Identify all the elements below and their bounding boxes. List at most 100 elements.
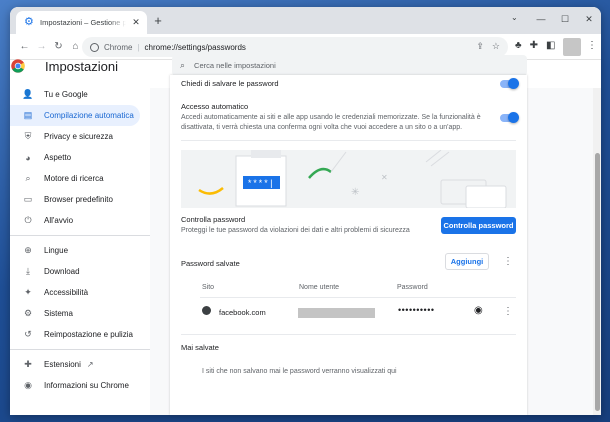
close-window-button[interactable]: ✕ — [577, 13, 601, 25]
browser-menu-icon[interactable]: ⋮ — [587, 40, 597, 51]
chrome-site-icon — [90, 42, 99, 52]
omnibox-separator: | — [137, 42, 140, 52]
globe-icon: ⊕ — [24, 245, 32, 255]
sidebar-item-globe[interactable]: ⊕ Lingue — [10, 240, 140, 261]
tab-title: Impostazioni – Gestione password — [40, 18, 126, 27]
search-placeholder: Cerca nelle impostazioni — [194, 61, 276, 70]
offer-save-label: Chiedi di salvare le password — [181, 79, 279, 88]
sidebar-item-label: Browser predefinito — [44, 195, 113, 204]
scrollbar-thumb[interactable] — [595, 153, 600, 411]
sidebar-item-palette[interactable]: ◕ Aspetto — [10, 147, 140, 168]
shield-icon: ⛨ — [24, 131, 32, 141]
sidebar: 👤 Tu e Google ▤ Compilazione automatica ⛨ Pri… — [10, 84, 150, 396]
bookmark-star-icon[interactable]: ☆ — [492, 41, 500, 52]
url-text: chrome://settings/passwords — [144, 42, 246, 52]
sidebar-item-reset[interactable]: ↺ Reimpostazione e pulizia — [10, 324, 140, 345]
check-desc: Proteggi le tue password da violazioni d… — [181, 227, 410, 234]
palette-icon: ◕ — [25, 152, 31, 163]
puzzle-icon: ✚ — [24, 359, 32, 369]
sidebar-item-label: Estensioni — [44, 360, 81, 369]
offer-save-toggle[interactable] — [500, 78, 519, 89]
saved-passwords-title: Password salvate — [181, 259, 240, 268]
sidebar-item-label: Lingue — [44, 246, 69, 255]
minimize-button[interactable]: — — [529, 13, 553, 25]
reset-icon: ↺ — [24, 329, 32, 339]
password-check-illustration: ****| ✳ ✕ — [181, 150, 516, 208]
auto-signin-desc-1: Accedi automaticamente ai siti e alle ap… — [181, 114, 481, 121]
never-saved-title: Mai salvate — [181, 343, 219, 352]
sidebar-item-search[interactable]: ⌕ Motore di ricerca — [10, 168, 140, 189]
sidebar-item-shield[interactable]: ⛨ Privacy e sicurezza — [10, 126, 140, 147]
wrench-icon: ⚙ — [23, 308, 33, 318]
settings-search-input[interactable]: ⌕ Cerca nelle impostazioni — [172, 55, 527, 76]
sidebar-item-label: Tu e Google — [44, 90, 88, 99]
side-panel-icon[interactable]: ◧ — [546, 40, 555, 51]
divider — [181, 140, 516, 141]
site-globe-icon — [202, 306, 211, 315]
new-tab-button[interactable]: + — [151, 14, 165, 28]
check-passwords-button[interactable]: Controlla password — [441, 217, 516, 234]
sidebar-item-label: Sistema — [44, 309, 73, 318]
svg-text:✳: ✳ — [351, 187, 359, 198]
auto-signin-title: Accesso automatico — [181, 102, 249, 111]
sidebar-item-label: Privacy e sicurezza — [44, 132, 113, 141]
maximize-button[interactable]: ☐ — [553, 13, 577, 25]
external-link-icon: ↗ — [86, 360, 94, 369]
extension-icon[interactable]: ♣ — [515, 40, 522, 51]
never-saved-empty-text: I siti che non salvano mai le password v… — [202, 368, 397, 375]
site-label: Chrome — [104, 42, 133, 52]
sidebar-item-label: Informazioni su Chrome — [44, 381, 129, 390]
person-icon: 👤 — [22, 89, 34, 99]
power-icon: ⏻ — [24, 215, 32, 225]
sidebar-item-label: Compilazione automatica — [44, 111, 134, 120]
tab-strip: ⚙ Impostazioni – Gestione password ✕ + ⌄… — [10, 7, 601, 34]
tab-settings[interactable]: ⚙ Impostazioni – Gestione password ✕ — [16, 11, 147, 34]
sidebar-item-accessibility[interactable]: ✦ Accessibilità — [10, 282, 140, 303]
sidebar-item-label: Reimpostazione e pulizia — [44, 330, 133, 339]
chrome-icon: ◉ — [24, 380, 32, 390]
illustration-password-text: ****| — [247, 179, 274, 189]
show-password-eye-icon[interactable]: ◉ — [474, 305, 483, 316]
auto-signin-desc-2: disattivata, ti verrà chiesta una confer… — [181, 124, 463, 131]
gear-icon: ⚙ — [24, 16, 34, 28]
sidebar-item-chrome[interactable]: ◉ Informazioni su Chrome — [10, 375, 140, 396]
puzzle-icon[interactable]: ✚ — [530, 40, 538, 51]
sidebar-item-browser[interactable]: ▭ Browser predefinito — [10, 189, 140, 210]
sidebar-item-clipboard[interactable]: ▤ Compilazione automatica — [10, 105, 140, 126]
username-cell-redacted — [298, 308, 375, 318]
add-password-button[interactable]: Aggiungi — [445, 253, 489, 270]
sidebar-item-wrench[interactable]: ⚙ Sistema — [10, 303, 140, 324]
search-icon: ⌕ — [25, 173, 31, 183]
sidebar-item-label: Accessibilità — [44, 288, 89, 297]
sidebar-item-puzzle[interactable]: ✚ Estensioni ↗ — [10, 354, 140, 375]
sidebar-item-label: Motore di ricerca — [44, 174, 104, 183]
page-title: Impostazioni — [45, 59, 118, 74]
column-header-password: Password — [397, 284, 428, 291]
accessibility-icon: ✦ — [24, 287, 32, 297]
check-title: Controlla password — [181, 215, 246, 224]
sidebar-item-label: All'avvio — [44, 216, 74, 225]
sidebar-item-person[interactable]: 👤 Tu e Google — [10, 84, 140, 105]
share-icon[interactable]: ⇪ — [476, 41, 484, 52]
search-icon: ⌕ — [180, 60, 186, 70]
site-cell[interactable]: facebook.com — [219, 308, 266, 317]
tab-search-icon[interactable]: ⌄ — [511, 13, 518, 22]
svg-text:✕: ✕ — [381, 173, 388, 182]
table-divider — [200, 297, 516, 298]
saved-passwords-menu-icon[interactable]: ⋮ — [503, 256, 513, 267]
window-controls: — ☐ ✕ — [529, 13, 601, 25]
reload-button[interactable]: ↻ — [50, 41, 67, 53]
sidebar-item-label: Aspetto — [44, 153, 72, 162]
row-menu-icon[interactable]: ⋮ — [503, 306, 513, 317]
sidebar-divider — [10, 349, 150, 350]
tab-close-icon[interactable]: ✕ — [131, 17, 141, 28]
sidebar-item-download[interactable]: ⤓ Download — [10, 261, 140, 282]
back-button[interactable]: ← — [16, 41, 33, 53]
sidebar-item-label: Download — [44, 267, 80, 276]
sidebar-item-power[interactable]: ⏻ All'avvio — [10, 210, 140, 231]
auto-signin-toggle[interactable] — [500, 112, 519, 123]
download-icon: ⤓ — [26, 266, 30, 276]
sidebar-divider — [10, 235, 150, 236]
divider — [181, 334, 516, 335]
forward-button[interactable]: → — [33, 41, 50, 53]
